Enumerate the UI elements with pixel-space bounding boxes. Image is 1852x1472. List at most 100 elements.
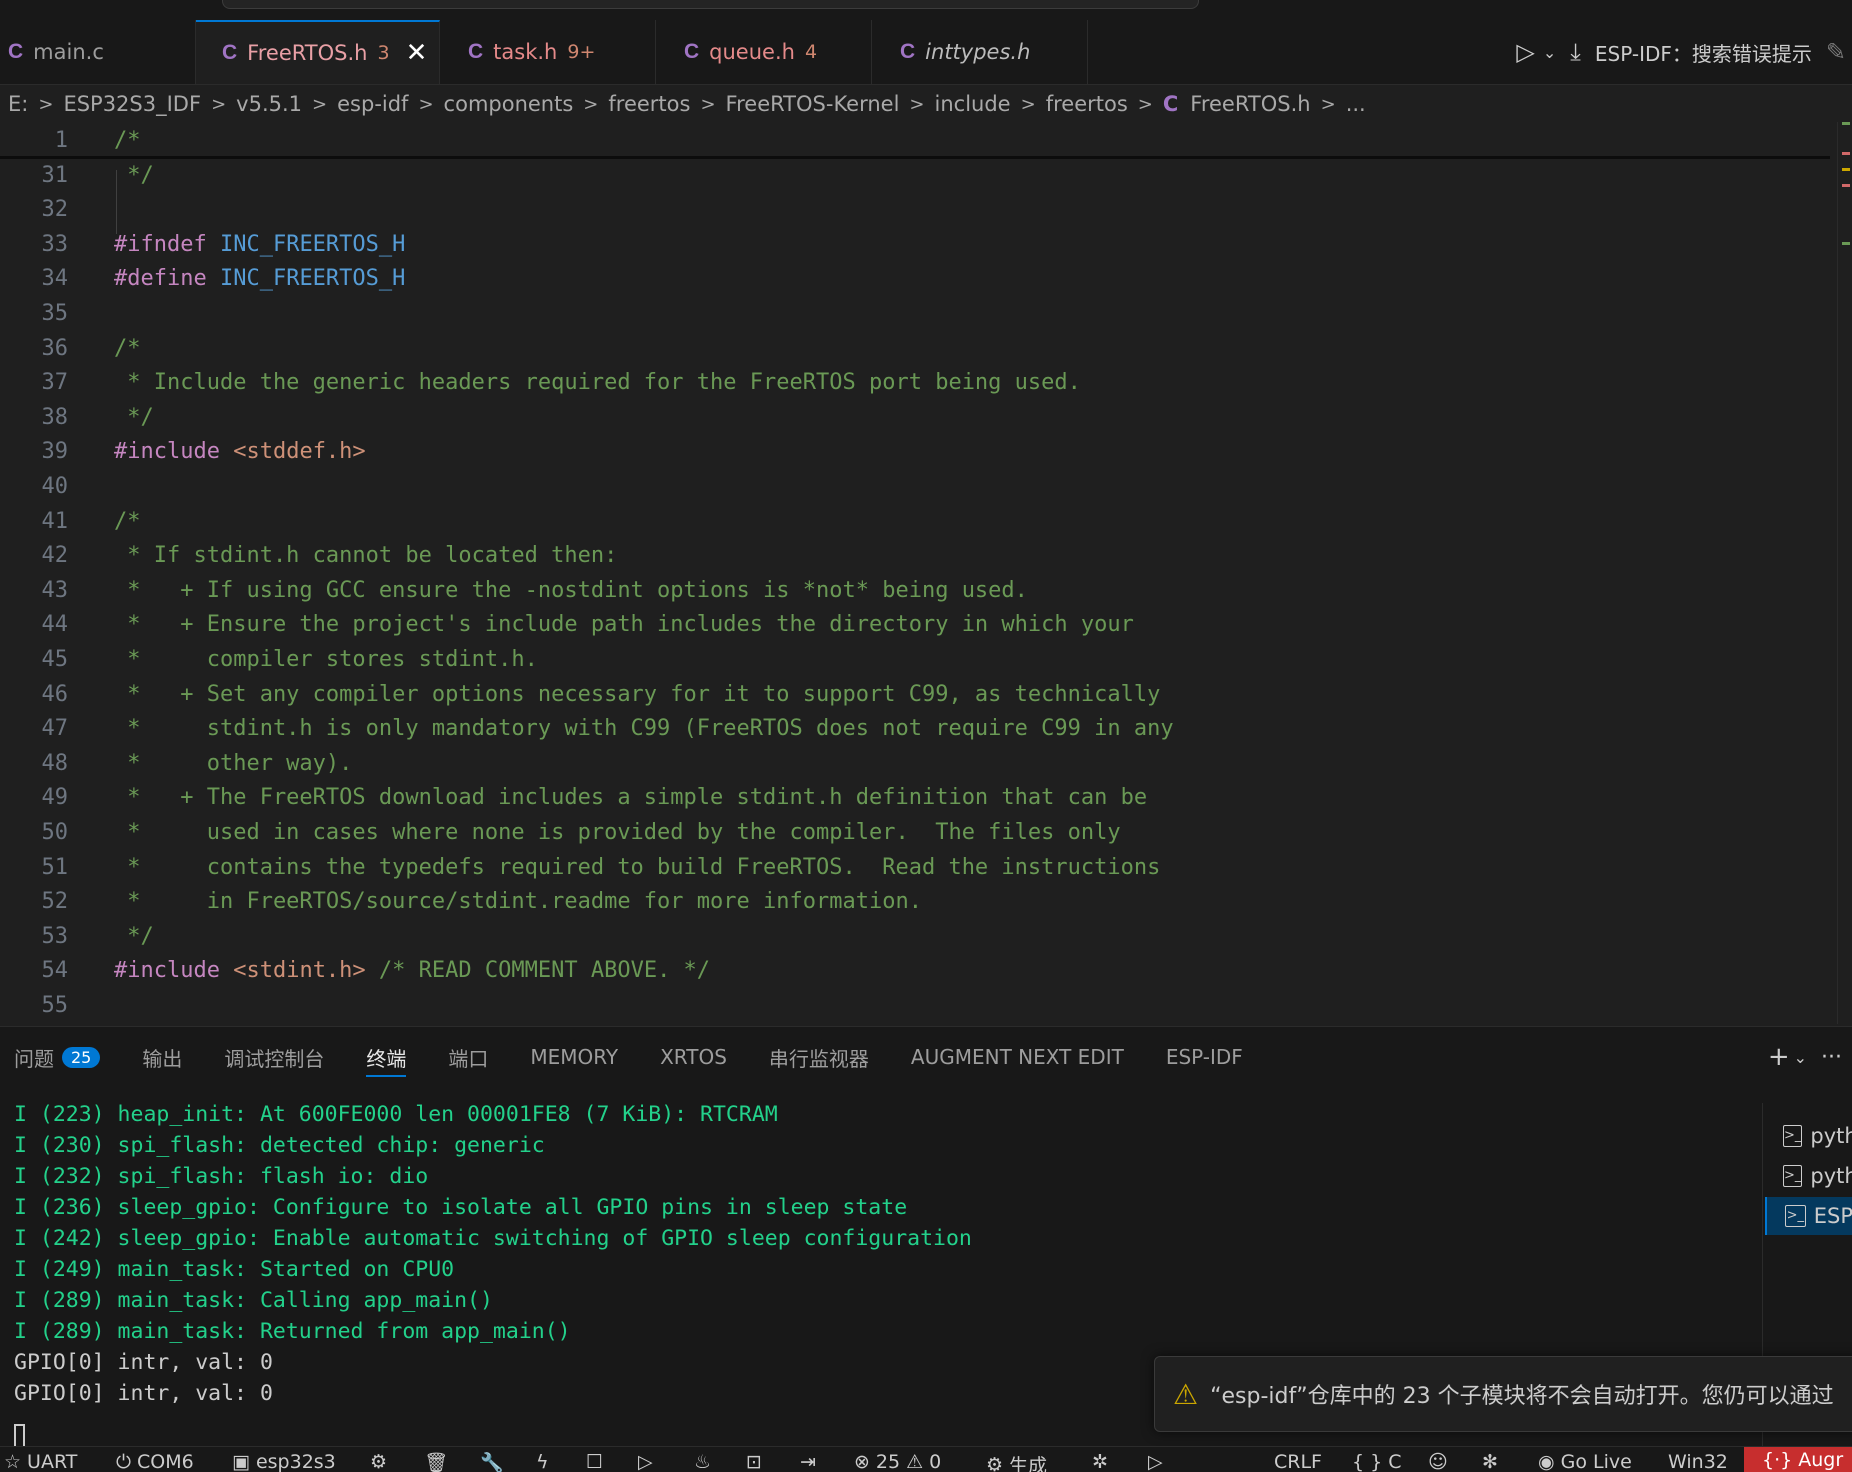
esp-idf-search-error-hint[interactable]: ESP-IDF：搜索错误提示	[1595, 38, 1812, 67]
status-uart[interactable]: ☆ UART	[4, 1451, 77, 1472]
tab-debug-console[interactable]: 调试控制台	[203, 1027, 345, 1087]
notification-toast[interactable]: ⚠ “esp-idf”仓库中的 23 个子模块将不会自动打开。您仍可以通过	[1154, 1356, 1852, 1432]
flame-icon[interactable]: ♨	[694, 1451, 711, 1472]
line-number: 37	[0, 366, 68, 400]
terminal-list-item[interactable]: >_ pyth	[1765, 1117, 1852, 1155]
c-file-icon: C	[8, 40, 23, 64]
tab-label: 输出	[142, 1043, 182, 1072]
flash-icon[interactable]: ϟ	[536, 1451, 549, 1472]
broadcast-icon: ◉	[1538, 1451, 1555, 1472]
status-platform[interactable]: Win32	[1668, 1451, 1728, 1472]
problem-count-badge: 9+	[567, 41, 595, 63]
tab-task-h[interactable]: C task.h 9+	[440, 20, 656, 84]
monitor-icon[interactable]: ☐	[586, 1451, 603, 1472]
tab-inttypes-h[interactable]: C inttypes.h	[872, 20, 1088, 84]
breadcrumb: E:> ESP32S3_IDF> v5.5.1> esp-idf> compon…	[0, 86, 1852, 122]
breadcrumb-file[interactable]: C FreeRTOS.h	[1163, 92, 1311, 116]
line-number: 31	[0, 159, 68, 193]
chevron-right-icon: >	[700, 94, 715, 115]
run-icon[interactable]: ▷	[1516, 38, 1534, 66]
edit-icon[interactable]: ✎	[1826, 38, 1846, 66]
breadcrumb-symbol[interactable]: ...	[1346, 92, 1366, 116]
breadcrumb-file-label: FreeRTOS.h	[1190, 92, 1310, 116]
line-number: 47	[0, 712, 68, 746]
debug-run-icon[interactable]: ▷	[638, 1451, 653, 1472]
breadcrumb-item[interactable]: E:	[8, 92, 28, 116]
code-text: * contains the typedefs required to buil…	[114, 851, 1160, 885]
code-text: #include <stdint.h> /* READ COMMENT ABOV…	[114, 954, 710, 988]
problem-count-badge: 3	[377, 42, 389, 64]
status-go-live[interactable]: ◉ Go Live	[1538, 1451, 1632, 1472]
command-center-search[interactable]	[222, 0, 1199, 9]
tab-serial-monitor[interactable]: 串行监视器	[748, 1027, 890, 1087]
tab-output[interactable]: 输出	[121, 1027, 203, 1087]
line-number: 32	[0, 193, 68, 227]
tab-label: 端口	[448, 1043, 488, 1072]
tab-ports[interactable]: 端口	[427, 1027, 509, 1087]
terminal-list-item[interactable]: >_ pyth	[1765, 1157, 1852, 1195]
tab-terminal[interactable]: 终端	[345, 1027, 427, 1087]
line-number: 43	[0, 574, 68, 608]
breadcrumb-item[interactable]: freertos	[608, 92, 690, 116]
status-target[interactable]: ▣ esp32s3	[232, 1451, 336, 1472]
plus-icon[interactable]: +	[1768, 1042, 1790, 1072]
tab-freertos-h[interactable]: C FreeRTOS.h 3 ✕	[196, 20, 440, 84]
chevron-down-icon[interactable]: ⌄	[1543, 43, 1556, 62]
breadcrumb-item[interactable]: ESP32S3_IDF	[63, 92, 201, 116]
tab-augment-next-edit[interactable]: AUGMENT NEXT EDIT	[890, 1027, 1145, 1087]
code-line: 47 * stdint.h is only mandatory with C99…	[0, 712, 1830, 746]
tab-main-c[interactable]: C main.c	[0, 20, 196, 84]
code-text: * + Ensure the project's include path in…	[114, 608, 1134, 642]
status-problems[interactable]: ⊗ 25 ⚠ 0	[854, 1451, 941, 1472]
line-number: 46	[0, 678, 68, 712]
breadcrumb-item[interactable]: esp-idf	[337, 92, 408, 116]
terminal-list-item[interactable]: >_ ESP	[1765, 1197, 1852, 1235]
breadcrumb-item[interactable]: FreeRTOS-Kernel	[726, 92, 900, 116]
chevron-right-icon: >	[38, 94, 53, 115]
breadcrumb-item[interactable]: components	[444, 92, 574, 116]
code-text: * used in cases where none is provided b…	[114, 816, 1121, 850]
status-augment[interactable]: {·} Augr	[1744, 1447, 1852, 1472]
code-line: 31 */	[0, 159, 1830, 193]
tab-esp-idf[interactable]: ESP-IDF	[1145, 1027, 1264, 1087]
more-icon[interactable]: ···	[1821, 1045, 1842, 1070]
status-language[interactable]: { } C	[1352, 1451, 1402, 1472]
status-build[interactable]: ⚙ 生成	[986, 1451, 1047, 1472]
extension-icon[interactable]: ✻	[1482, 1451, 1498, 1472]
bug-icon[interactable]: ✲	[1092, 1451, 1108, 1472]
trash-icon[interactable]: 🗑	[424, 1451, 448, 1472]
breadcrumb-item[interactable]: include	[935, 92, 1011, 116]
breadcrumb-item[interactable]: freertos	[1046, 92, 1128, 116]
tab-xrtos[interactable]: XRTOS	[639, 1027, 748, 1087]
code-line: 53 */	[0, 920, 1830, 954]
tab-queue-h[interactable]: C queue.h 4	[656, 20, 872, 84]
close-icon[interactable]: ✕	[406, 38, 428, 68]
tab-problems[interactable]: 问题 25	[0, 1027, 121, 1087]
export-icon[interactable]: ⇥	[800, 1451, 816, 1472]
code-editor[interactable]: 1/*31 */3233#ifndef INC_FREERTOS_H34#def…	[0, 122, 1852, 1024]
copilot-icon[interactable]: ☺	[1428, 1451, 1448, 1472]
code-line: 1/*	[0, 124, 1830, 158]
play-icon[interactable]: ▷	[1148, 1451, 1163, 1472]
tab-label: XRTOS	[660, 1045, 727, 1069]
status-port[interactable]: ⏻ COM6	[116, 1451, 194, 1472]
wrench-icon[interactable]: 🔧	[480, 1451, 504, 1472]
terminal-icon[interactable]: ⊡	[746, 1451, 762, 1472]
download-icon[interactable]: ⤓	[1570, 38, 1581, 66]
code-line: 54#include <stdint.h> /* READ COMMENT AB…	[0, 954, 1830, 988]
code-line: 34#define INC_FREERTOS_H	[0, 262, 1830, 296]
status-bar: ☆ UART ⏻ COM6 ▣ esp32s3 ⚙ 🗑 🔧 ϟ ☐ ▷ ♨ ⊡ …	[0, 1446, 1852, 1472]
code-line: 41/*	[0, 505, 1830, 539]
settings-icon[interactable]: ⚙	[370, 1451, 387, 1472]
status-eol[interactable]: CRLF	[1274, 1451, 1322, 1472]
tab-memory[interactable]: MEMORY	[509, 1027, 639, 1087]
status-build-label: 生成	[1009, 1451, 1047, 1472]
terminal-line: I (230) spi_flash: detected chip: generi…	[14, 1130, 545, 1161]
chevron-down-icon[interactable]: ⌄	[1794, 1048, 1807, 1067]
editor-scrollbar[interactable]	[1837, 122, 1852, 1024]
breadcrumb-item[interactable]: v5.5.1	[236, 92, 302, 116]
chevron-right-icon: >	[909, 94, 924, 115]
code-line: 45 * compiler stores stdint.h.	[0, 643, 1830, 677]
c-file-icon: C	[1163, 92, 1178, 116]
code-line: 49 * + The FreeRTOS download includes a …	[0, 781, 1830, 815]
